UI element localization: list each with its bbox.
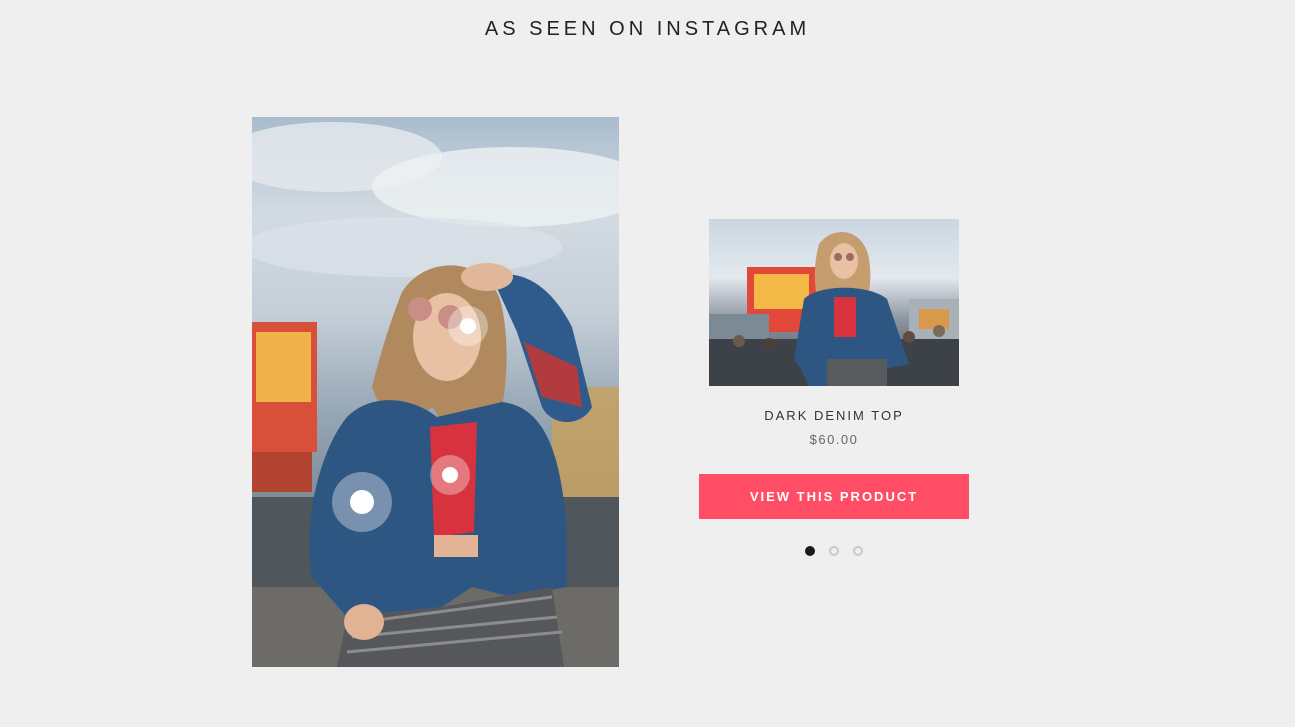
carousel-pagination — [699, 546, 969, 556]
hotspot-denim-jacket[interactable] — [332, 472, 392, 532]
lookbook-photo-illustration — [252, 122, 619, 667]
hotspot-dot — [350, 490, 374, 514]
view-product-button[interactable]: VIEW THIS PRODUCT — [699, 474, 969, 519]
section-title: AS SEEN ON INSTAGRAM — [484, 18, 811, 40]
pagination-dot-2[interactable] — [829, 546, 839, 556]
product-image-illustration — [709, 232, 959, 386]
product-name: DARK DENIM TOP — [764, 408, 904, 423]
lookbook-photo — [252, 117, 619, 667]
product-card: DARK DENIM TOP $60.00 VIEW THIS PRODUCT — [699, 219, 969, 556]
hotspot-red-top[interactable] — [430, 455, 470, 495]
hotspot-dot — [460, 318, 476, 334]
instagram-shop-section: AS SEEN ON INSTAGRAM DARK DENIM TOP $60.… — [0, 0, 1295, 727]
pagination-dot-1[interactable] — [805, 546, 815, 556]
product-price: $60.00 — [809, 432, 859, 447]
product-image[interactable] — [709, 219, 959, 386]
hotspot-sunglasses[interactable] — [448, 306, 488, 346]
pagination-dot-3[interactable] — [853, 546, 863, 556]
hotspot-dot — [442, 467, 458, 483]
